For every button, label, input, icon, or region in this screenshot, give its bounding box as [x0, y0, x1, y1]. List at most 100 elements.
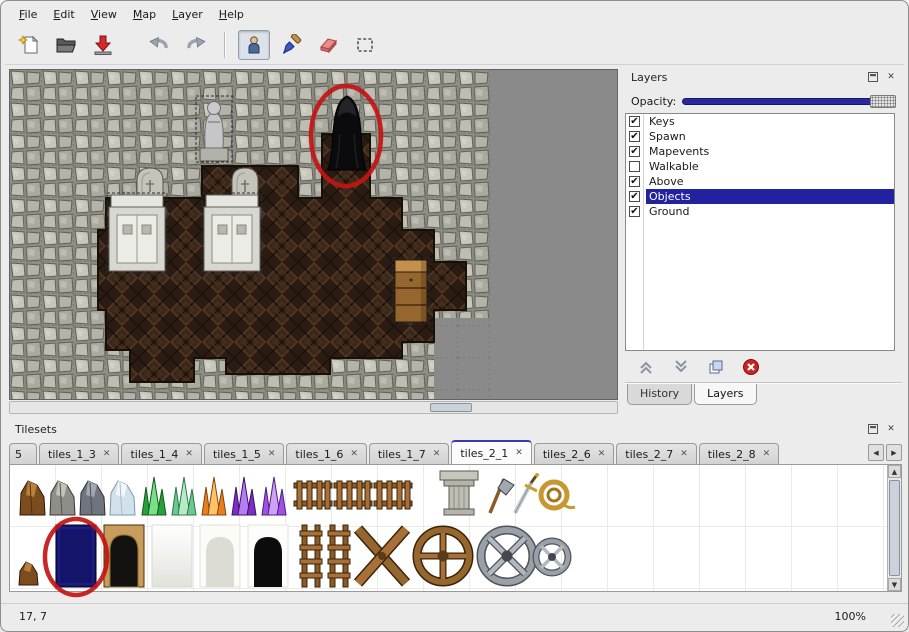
- layer-name[interactable]: Mapevents: [646, 144, 894, 159]
- map-canvas[interactable]: [10, 70, 490, 399]
- tab-layers[interactable]: Layers: [694, 384, 756, 405]
- menu-layer[interactable]: Layer: [164, 5, 211, 24]
- save-map-button[interactable]: [87, 30, 119, 60]
- paint-tool-button[interactable]: [275, 30, 307, 60]
- float-panel-button[interactable]: [866, 423, 880, 436]
- scroll-tabs-left-button[interactable]: ◀: [868, 444, 884, 461]
- map-horizontal-scrollbar[interactable]: [9, 401, 618, 414]
- layer-row[interactable]: ✔ Spawn: [626, 129, 894, 144]
- close-panel-button[interactable]: ✕: [884, 423, 898, 436]
- scroll-up-button[interactable]: ▲: [888, 465, 901, 478]
- select-tool-button[interactable]: [349, 30, 381, 60]
- tileset-tab[interactable]: tiles_2_8 ✕: [699, 443, 779, 464]
- layer-row[interactable]: Walkable: [626, 159, 894, 174]
- wooden-wheel-tile[interactable]: [417, 530, 469, 582]
- new-map-button[interactable]: [13, 30, 45, 60]
- layer-visibility-checkbox[interactable]: ✔: [629, 146, 640, 157]
- close-tab-icon[interactable]: ✕: [680, 450, 688, 459]
- close-tab-icon[interactable]: ✕: [350, 450, 358, 459]
- tileset-tab[interactable]: tiles_2_1 ✕: [451, 440, 531, 464]
- redo-icon: [185, 34, 207, 56]
- layer-row[interactable]: ✔ Mapevents: [626, 144, 894, 159]
- layer-visibility-checkbox[interactable]: ✔: [629, 131, 640, 142]
- layer-visibility-checkbox[interactable]: [629, 161, 640, 172]
- opacity-slider-handle[interactable]: [870, 95, 896, 108]
- duplicate-layer-button[interactable]: [705, 357, 727, 377]
- close-tab-icon[interactable]: ✕: [763, 450, 771, 459]
- float-panel-button[interactable]: [866, 71, 880, 84]
- menu-help[interactable]: Help: [211, 5, 252, 24]
- redo-button[interactable]: [180, 30, 212, 60]
- doorway-tile[interactable]: [104, 525, 144, 587]
- eraser-tool-button[interactable]: [312, 30, 344, 60]
- scroll-down-button[interactable]: ▼: [888, 578, 901, 591]
- close-tab-icon[interactable]: ✕: [515, 449, 523, 458]
- eraser-icon: [317, 34, 339, 56]
- map-editor-window: File Edit View Map Layer Help: [0, 0, 909, 632]
- menu-bar: File Edit View Map Layer Help: [5, 3, 904, 25]
- layer-visibility-checkbox[interactable]: ✔: [629, 206, 640, 217]
- close-tab-icon[interactable]: ✕: [185, 450, 193, 459]
- scrollbar-thumb[interactable]: [889, 480, 900, 576]
- opacity-slider[interactable]: [682, 95, 896, 108]
- layer-name[interactable]: Objects: [646, 189, 894, 204]
- close-tab-icon[interactable]: ✕: [268, 450, 276, 459]
- move-layer-up-button[interactable]: [635, 357, 657, 377]
- chevron-up-icon: [637, 358, 655, 376]
- delete-layer-button[interactable]: [740, 357, 762, 377]
- altar-object: [107, 193, 167, 273]
- layer-visibility-checkbox[interactable]: ✔: [629, 116, 640, 127]
- layer-name[interactable]: Ground: [646, 204, 894, 219]
- layer-name[interactable]: Above: [646, 174, 894, 189]
- scrollbar-thumb[interactable]: [430, 403, 472, 412]
- layer-name[interactable]: Spawn: [646, 129, 894, 144]
- selected-dark-tile[interactable]: [56, 525, 96, 587]
- layer-row[interactable]: ✔ Ground: [626, 204, 894, 219]
- pale-arch-tile[interactable]: [200, 525, 240, 587]
- layer-row[interactable]: ✔ Keys: [626, 114, 894, 129]
- close-tab-icon[interactable]: ✕: [433, 450, 441, 459]
- close-tab-icon[interactable]: ✕: [103, 450, 111, 459]
- layer-row[interactable]: ✔ Above: [626, 174, 894, 189]
- tileset-tab[interactable]: tiles_1_6 ✕: [286, 443, 366, 464]
- open-folder-icon: [55, 34, 77, 56]
- menu-edit[interactable]: Edit: [45, 5, 82, 24]
- resize-grip[interactable]: [891, 614, 904, 627]
- menu-view[interactable]: View: [83, 5, 125, 24]
- tileset-tab-label: tiles_2_7: [625, 448, 673, 461]
- close-panel-button[interactable]: ✕: [884, 71, 898, 84]
- move-layer-down-button[interactable]: [670, 357, 692, 377]
- menu-file[interactable]: File: [11, 5, 45, 24]
- tileset-tab[interactable]: tiles_2_6 ✕: [534, 443, 614, 464]
- scroll-tabs-right-button[interactable]: ▶: [886, 444, 902, 461]
- float-panel-icon: [868, 72, 878, 82]
- layer-visibility-checkbox[interactable]: ✔: [629, 176, 640, 187]
- map-viewport[interactable]: [9, 69, 618, 400]
- tileset-tab[interactable]: tiles_2_7 ✕: [616, 443, 696, 464]
- open-map-button[interactable]: [50, 30, 82, 60]
- tileset-tab-label: tiles_2_6: [543, 448, 591, 461]
- event-tool-button[interactable]: [238, 30, 270, 60]
- layer-visibility-checkbox[interactable]: ✔: [629, 191, 640, 202]
- tileset-tab[interactable]: tiles_1_5 ✕: [204, 443, 284, 464]
- layer-row[interactable]: ✔ Objects: [626, 189, 894, 204]
- tileset-canvas[interactable]: [10, 465, 887, 591]
- close-tab-icon[interactable]: ✕: [598, 450, 606, 459]
- tileset-tab[interactable]: tiles_1_4 ✕: [121, 443, 201, 464]
- tilesets-panel-title: Tilesets: [9, 423, 866, 436]
- tileset-tab-label: tiles_2_1: [460, 447, 508, 460]
- menu-map[interactable]: Map: [125, 5, 164, 24]
- layer-name[interactable]: Keys: [646, 114, 894, 129]
- tileset-tab[interactable]: tiles_1_7 ✕: [369, 443, 449, 464]
- tileset-vertical-scrollbar[interactable]: ▲ ▼: [887, 465, 901, 591]
- opacity-slider-track[interactable]: [682, 98, 896, 105]
- undo-button[interactable]: [143, 30, 175, 60]
- layer-name[interactable]: Walkable: [646, 159, 894, 174]
- selection-rectangle-icon: [354, 34, 376, 56]
- tileset-tab[interactable]: 5: [9, 443, 37, 464]
- tileset-tab-label: tiles_1_5: [213, 448, 261, 461]
- dark-arch-tile[interactable]: [248, 525, 288, 587]
- tab-history[interactable]: History: [627, 384, 692, 405]
- light-tile[interactable]: [152, 525, 192, 587]
- tileset-tab[interactable]: tiles_1_3 ✕: [39, 443, 119, 464]
